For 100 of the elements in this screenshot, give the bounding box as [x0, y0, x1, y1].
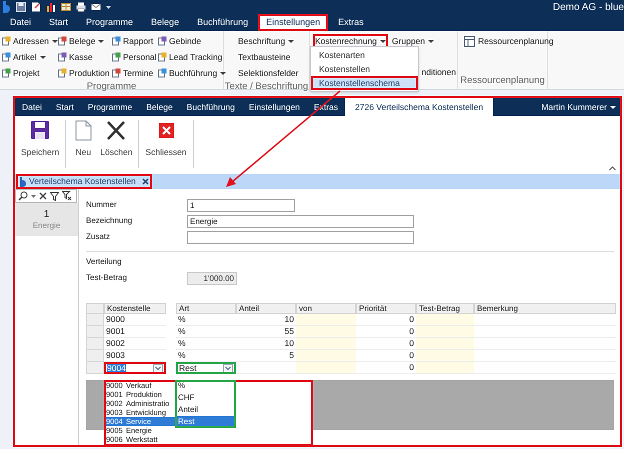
ribbon-item[interactable]: Kasse	[58, 50, 93, 64]
tool-icon	[58, 52, 67, 62]
table-cell: 55	[236, 326, 296, 338]
menu-tab[interactable]: Belege	[143, 14, 188, 31]
table-cell: 5	[236, 350, 296, 362]
menu-item[interactable]: Kostenstellenschema	[311, 76, 418, 90]
table-cell: 9002	[104, 338, 166, 350]
row-header[interactable]	[86, 326, 104, 338]
table-cell: 0	[356, 362, 416, 374]
caret-icon	[380, 40, 386, 42]
combo-box[interactable]: Rest	[176, 362, 236, 374]
menu-tab[interactable]: Einstellungen	[258, 14, 328, 31]
tool-icon	[112, 36, 121, 46]
field-label: Zusatz	[86, 231, 112, 243]
ribbon-item[interactable]: Kostenrechnung	[313, 34, 388, 48]
item-number: 1	[44, 208, 50, 220]
ribbon-item[interactable]: Textbausteine	[238, 50, 290, 64]
table-cell: 0	[356, 338, 416, 350]
column-header: von	[296, 303, 356, 314]
input-field[interactable]: Energie	[187, 214, 414, 228]
row-header[interactable]	[86, 314, 104, 326]
menu-item[interactable]: Kostenstellen	[311, 62, 418, 76]
table-cell: 9001	[104, 326, 166, 338]
row-header[interactable]	[86, 338, 104, 350]
ribbon-item[interactable]: Produktion	[58, 66, 110, 80]
input-field[interactable]: 1	[187, 198, 295, 212]
edit-document-icon	[31, 2, 41, 12]
list-option[interactable]: %	[175, 380, 236, 392]
ribbon-item[interactable]: Gebinde	[158, 34, 202, 48]
table-cell: 0	[356, 350, 416, 362]
table-cell: %	[176, 314, 236, 326]
toolbar-button[interactable]: Löschen	[97, 120, 136, 159]
x-icon	[105, 120, 128, 141]
row-header[interactable]	[86, 350, 104, 362]
tool-icon	[158, 68, 167, 78]
table-cell: 10	[236, 338, 296, 350]
menu-tab[interactable]: Extras	[330, 14, 372, 31]
user-menu[interactable]: Martin Kummerer	[541, 98, 620, 116]
list-option[interactable]: Anteil	[175, 404, 236, 416]
window-title: Demo AG - blue	[552, 0, 624, 14]
section-label: Verteilung	[86, 256, 123, 268]
column-header: Priorität	[356, 303, 416, 314]
tool-icon	[158, 52, 167, 62]
ribbon-item[interactable]: Rapport	[112, 34, 154, 48]
menu-tab[interactable]: Datei	[2, 14, 40, 31]
menu-tab[interactable]: Buchführung	[180, 98, 242, 116]
input-field[interactable]	[187, 230, 414, 244]
menu-tab[interactable]: Belege	[139, 98, 180, 116]
ribbon-item[interactable]: Adressen	[2, 34, 58, 48]
field-label: Nummer	[86, 199, 118, 211]
menu-tab[interactable]: Einstellungen	[242, 98, 307, 116]
menu-tab[interactable]: Start	[41, 14, 76, 31]
menu-item[interactable]: Kostenarten	[311, 48, 418, 62]
caret-icon	[52, 40, 58, 42]
close-icon	[39, 192, 47, 200]
dropdown-icon	[153, 364, 163, 372]
menu-tab[interactable]: Programme	[80, 98, 140, 116]
filter-icon	[50, 192, 59, 200]
list-option[interactable]: Rest	[175, 416, 236, 428]
toolbar-button[interactable]: Schliessen	[142, 120, 190, 159]
row-header[interactable]	[86, 362, 104, 374]
list-item[interactable]: 1 Energie	[15, 203, 78, 236]
ribbon-item[interactable]: Termine	[112, 66, 154, 80]
ribbon-item[interactable]: Lead Tracking	[158, 50, 222, 64]
table-cell: 0	[356, 326, 416, 338]
table-cell: 0	[356, 314, 416, 326]
ribbon-item[interactable]: Personal	[112, 50, 157, 64]
ribbon-item[interactable]: Projekt	[2, 66, 40, 80]
caret-icon	[98, 40, 104, 42]
ribbon-item[interactable]: nditionen	[421, 66, 456, 79]
list-option[interactable]: CHF	[175, 392, 236, 404]
ribbon-item[interactable]: Belege	[58, 34, 104, 48]
menu-tab[interactable]: Datei	[15, 98, 49, 116]
document-tab[interactable]: Verteilschema Kostenstellen	[16, 174, 152, 189]
app-logo-icon	[19, 176, 26, 186]
ribbon-item[interactable]: Buchführung	[158, 66, 226, 80]
search-icon	[18, 191, 28, 201]
combo-box[interactable]: 9004	[104, 362, 166, 374]
menu-tab[interactable]: Buchführung	[189, 14, 256, 31]
ribbon-item[interactable]: Selektionsfelder	[238, 66, 298, 80]
ribbon-item[interactable]: Beschriftung	[238, 34, 294, 48]
caret-icon	[31, 194, 36, 198]
table-cell: %	[176, 350, 236, 362]
printer-icon	[76, 2, 86, 12]
app-logo-icon	[2, 0, 11, 14]
close-icon	[142, 178, 149, 185]
table-icon	[61, 2, 71, 12]
menu-tab[interactable]: Programme	[78, 14, 142, 31]
caret-icon	[220, 72, 226, 74]
ribbon-item[interactable]: Artikel	[2, 50, 46, 64]
ribbon-item[interactable]: Gruppen	[390, 34, 436, 48]
column-header: Bemerkung	[474, 303, 616, 314]
menu-tab[interactable]: Start	[48, 98, 81, 116]
tool-icon	[112, 52, 121, 62]
caret-icon	[40, 56, 46, 58]
toolbar-button[interactable]: Neu	[69, 120, 98, 159]
menu-tab[interactable]: 2726 Verteilschema Kostenstellen	[345, 98, 494, 116]
ribbon-item[interactable]: Ressourcenplanung	[464, 34, 554, 48]
toolbar-button[interactable]: Speichern	[18, 120, 62, 159]
mail-icon	[91, 2, 101, 12]
